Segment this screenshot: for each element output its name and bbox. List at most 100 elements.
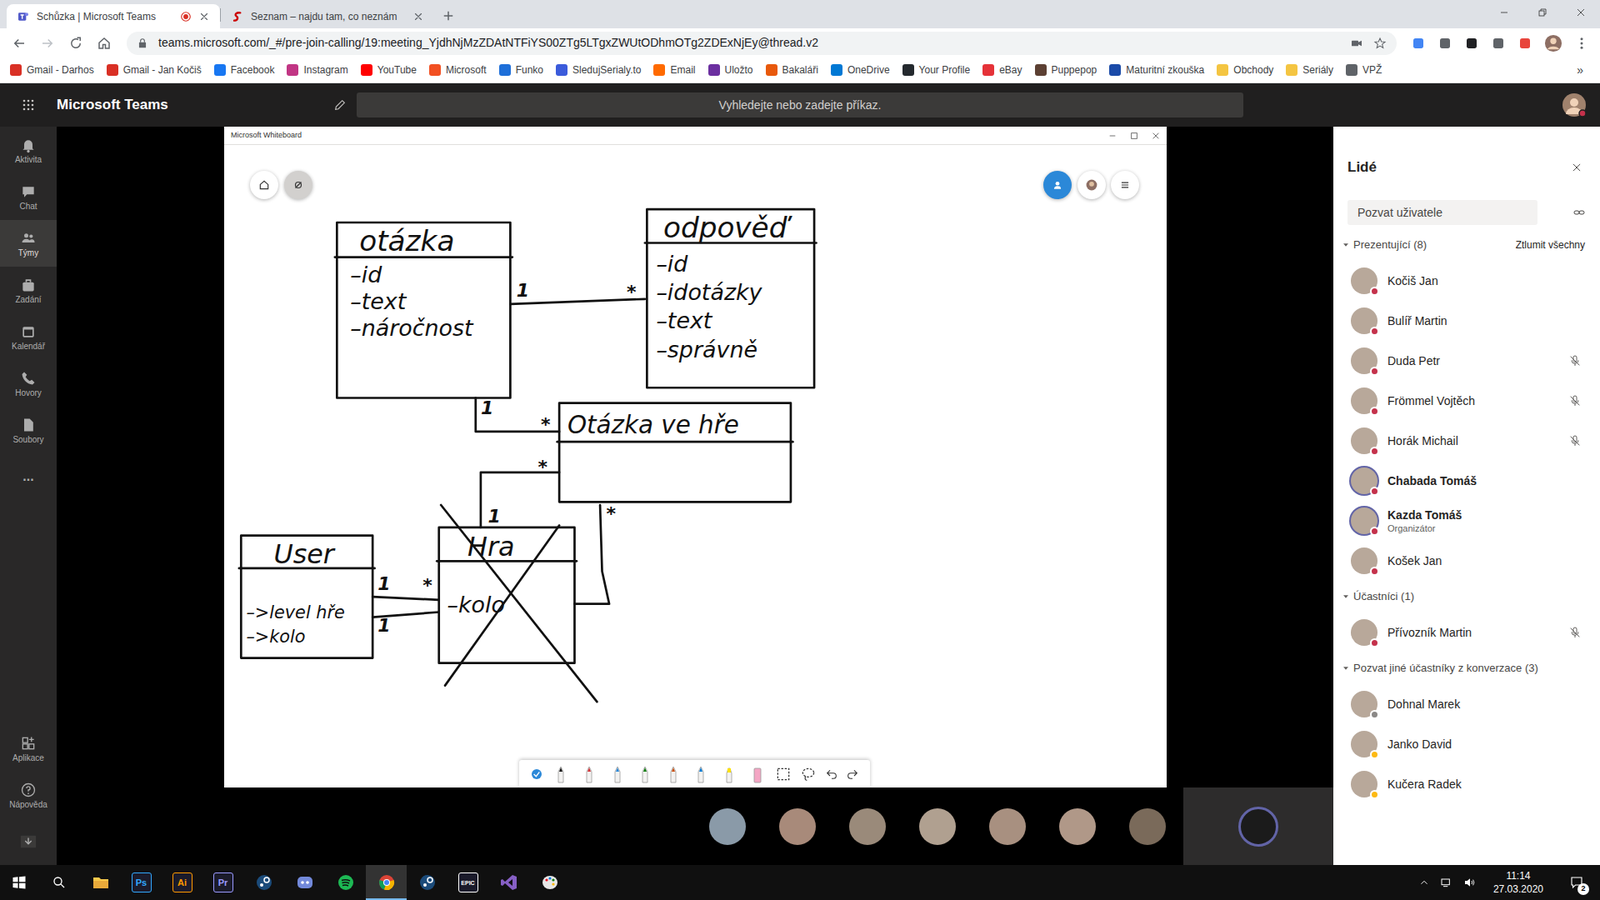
bookmark-label[interactable]: Instagram	[303, 62, 348, 78]
extension-icon[interactable]	[1406, 36, 1430, 50]
clock-date[interactable]: 27.03.2020	[1493, 882, 1544, 896]
extension-icon[interactable]	[1513, 36, 1537, 50]
pen-icon[interactable]	[663, 764, 684, 785]
bookmark[interactable]: SledujSerialy.to	[555, 62, 642, 78]
tray-expand-icon[interactable]	[1418, 876, 1430, 889]
participant-video[interactable]	[1129, 808, 1166, 845]
rail-label[interactable]: Zadání	[15, 295, 41, 305]
rail-label[interactable]: Aktivita	[15, 155, 42, 165]
uml-class[interactable]: otázka–id–text–náročnost	[335, 222, 513, 398]
taskbar-app[interactable]	[406, 865, 448, 900]
bookmark-label[interactable]: Obchody	[1233, 62, 1274, 78]
whiteboard-canvas[interactable]: otázka–id–text–náročnost odpověď–id–idotá…	[224, 145, 1167, 788]
bookmark-label[interactable]: Gmail - Jan Kočiš	[123, 62, 202, 78]
rail-label[interactable]: Kalendář	[11, 342, 45, 351]
person-row[interactable]: Duda Petr	[1333, 340, 1600, 381]
close-window-icon[interactable]	[1561, 0, 1600, 25]
bookmark[interactable]: VPŽ	[1345, 62, 1382, 78]
search-icon[interactable]	[38, 865, 80, 900]
uml-class[interactable]: User–>level hře–>kolo	[239, 535, 375, 659]
taskbar-app[interactable]: Ps	[120, 865, 162, 900]
forward-icon[interactable]	[35, 35, 60, 51]
volume-icon[interactable]	[1463, 875, 1477, 890]
mute-all-button[interactable]: Ztlumit všechny	[1515, 237, 1592, 253]
participant-video[interactable]	[1059, 808, 1096, 845]
association[interactable]: 1*	[475, 397, 560, 435]
close-tab-icon[interactable]	[412, 10, 425, 23]
person-row[interactable]: Horák Michail	[1333, 420, 1600, 461]
network-icon[interactable]	[1440, 875, 1454, 890]
bookmark[interactable]: OneDrive	[830, 62, 890, 78]
bookmark-label[interactable]: eBay	[999, 62, 1022, 78]
address-bar[interactable]: teams.microsoft.com/_#/pre-join-calling/…	[126, 31, 1397, 55]
bookmark[interactable]: Bakaláři	[765, 62, 819, 78]
minimize-icon[interactable]	[1485, 0, 1524, 25]
uml-class[interactable]: Otázka ve hře	[557, 403, 794, 503]
pen-icon[interactable]	[579, 764, 600, 785]
uml-class[interactable]: Hra–kolo	[436, 505, 597, 702]
browser-tab[interactable]: Seznam – najdu tam, co neznám	[220, 4, 435, 29]
star-icon[interactable]	[1373, 36, 1387, 50]
bookmark[interactable]: Microsoft	[429, 62, 487, 78]
invite-input[interactable]	[1347, 200, 1538, 225]
action-center[interactable]: 2	[1560, 865, 1594, 900]
tab-label[interactable]: Schůzka | Microsoft Teams	[36, 9, 174, 25]
invite-button[interactable]	[1043, 170, 1072, 200]
extension-icon[interactable]	[1460, 36, 1484, 50]
participant-video[interactable]	[849, 808, 886, 845]
search-input[interactable]	[356, 92, 1244, 118]
bookmark-label[interactable]: Email	[670, 62, 695, 78]
browser-tab[interactable]: Schůzka | Microsoft Teams	[6, 4, 220, 29]
pen-icon[interactable]	[690, 764, 711, 785]
person-row[interactable]: Janko David	[1333, 724, 1600, 765]
bookmark[interactable]: YouTube	[360, 62, 417, 78]
app-launcher-icon[interactable]	[0, 96, 57, 114]
participant-video[interactable]	[709, 808, 746, 845]
bookmark[interactable]: Funko	[499, 62, 544, 78]
taskbar-app[interactable]: EPIC	[447, 865, 489, 900]
taskbar-app[interactable]: Pr	[202, 865, 244, 900]
back-icon[interactable]	[6, 35, 32, 51]
more-apps[interactable]: ...	[0, 453, 57, 500]
taskbar-app[interactable]	[529, 865, 570, 900]
person-row[interactable]: Košek Jan	[1333, 540, 1600, 581]
person-row[interactable]: Frömmel Vojtěch	[1333, 380, 1600, 421]
rail-item[interactable]: Zadání	[0, 266, 57, 314]
rail-label[interactable]: Chat	[19, 202, 37, 211]
rail-label[interactable]: Týmy	[18, 249, 39, 258]
lasso-icon[interactable]	[800, 765, 817, 783]
bookmark[interactable]: Gmail - Darhos	[10, 62, 95, 78]
association[interactable]: 1*	[510, 280, 645, 305]
participant-video[interactable]	[919, 808, 956, 845]
clock-time[interactable]: 11:14	[1505, 869, 1530, 883]
bookmark-label[interactable]: Seriály	[1302, 62, 1334, 78]
bookmark-label[interactable]: YouTube	[377, 62, 417, 78]
bookmark[interactable]: Obchody	[1216, 62, 1274, 78]
caret-icon[interactable]	[1341, 240, 1350, 250]
rail-label[interactable]: Hovory	[15, 389, 42, 398]
rail-item[interactable]: Týmy	[0, 220, 57, 267]
bookmark-label[interactable]: VPŽ	[1362, 62, 1382, 78]
bookmark-label[interactable]: Maturitní zkouška	[1125, 62, 1205, 78]
person-row[interactable]: Kazda TomášOrganizátor	[1333, 500, 1600, 541]
start-icon[interactable]	[0, 865, 39, 900]
bookmark-label[interactable]: Your Profile	[919, 62, 971, 78]
minimize-icon[interactable]	[1108, 131, 1117, 140]
participant-button[interactable]	[1077, 170, 1106, 200]
compose-icon[interactable]	[323, 98, 357, 112]
caret-icon[interactable]	[1341, 664, 1350, 673]
clock[interactable]: 11:1427.03.2020	[1486, 869, 1550, 896]
association[interactable]: 1*	[372, 573, 440, 600]
taskbar-app[interactable]	[80, 865, 121, 900]
pen-icon[interactable]	[607, 764, 628, 785]
rail-label[interactable]: Soubory	[12, 435, 44, 445]
association[interactable]: *1	[480, 456, 560, 528]
bookmark[interactable]: Your Profile	[902, 62, 971, 78]
tab-label[interactable]: Seznam – najdu tam, co neznám	[250, 9, 406, 25]
bookmark[interactable]: eBay	[982, 62, 1022, 78]
rail-item[interactable]: Soubory	[0, 406, 57, 454]
uml-class[interactable]: odpověď–id–idotázky–text–správně	[645, 209, 817, 388]
rail-item[interactable]: Nápověda	[0, 771, 57, 819]
close-panel-icon[interactable]	[1570, 161, 1583, 174]
person-row[interactable]: Kočiš Jan	[1333, 260, 1600, 301]
